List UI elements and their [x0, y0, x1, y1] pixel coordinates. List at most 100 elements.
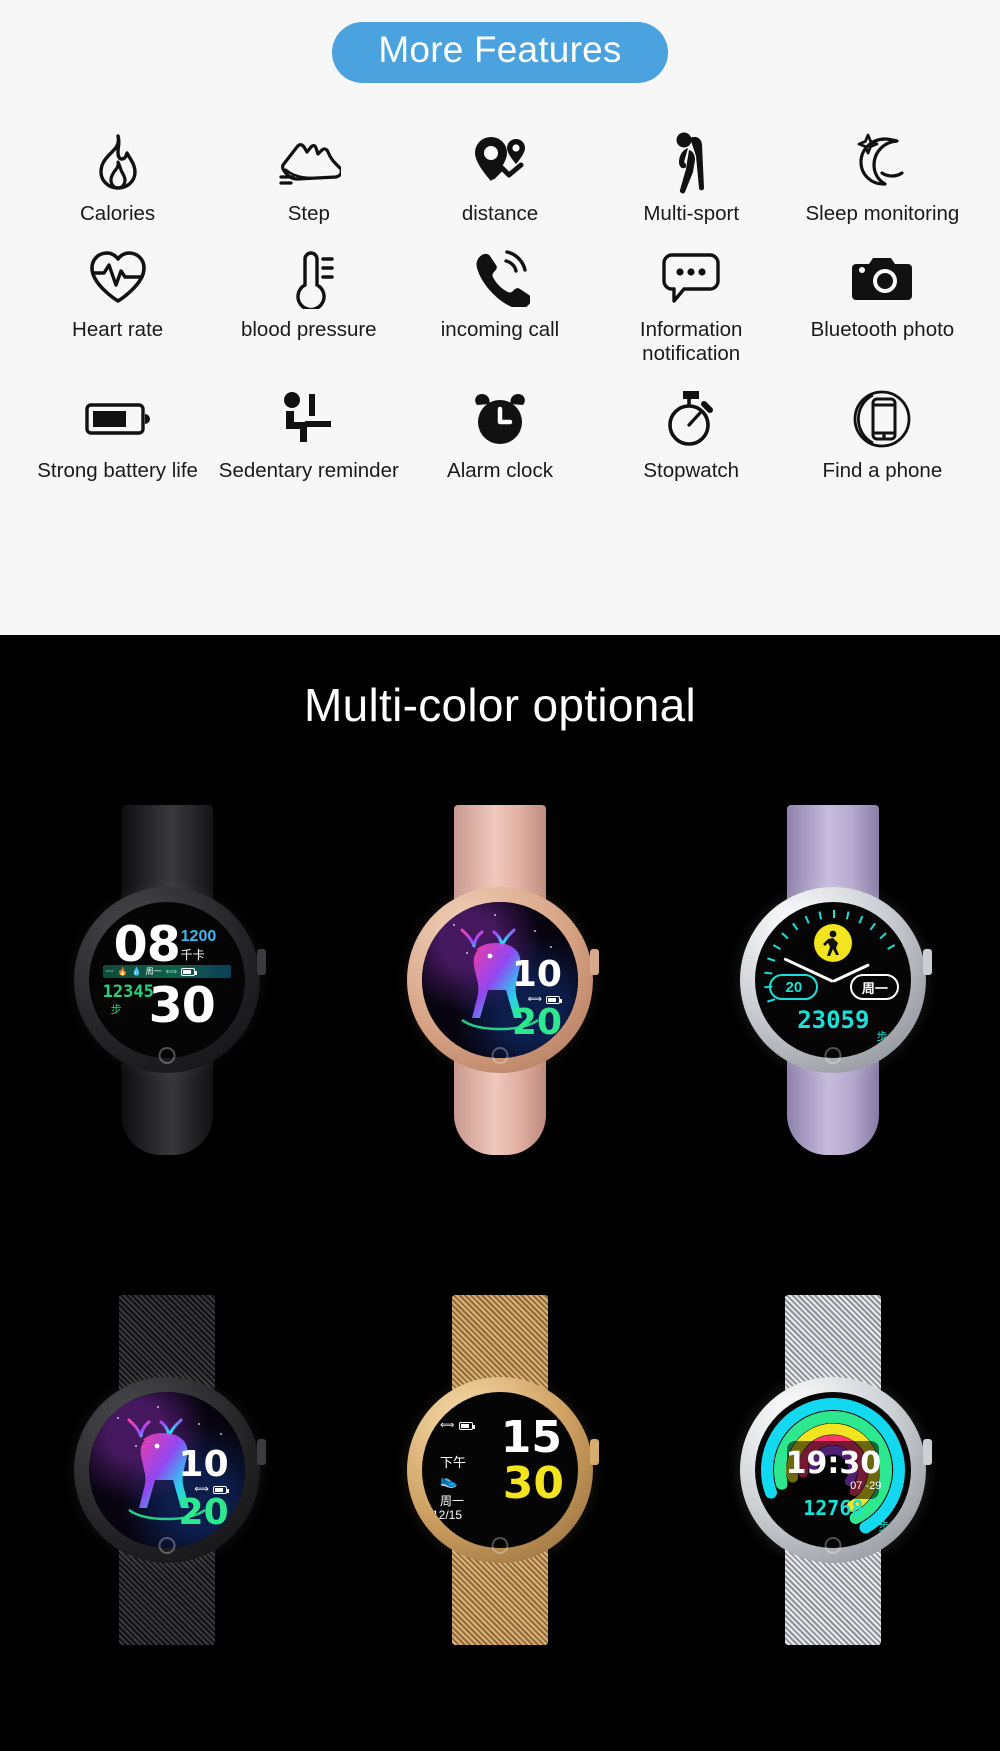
watch-case: 10 ⟺ 20 — [73, 1377, 266, 1563]
watch-steps-unit: 步 — [876, 1031, 888, 1043]
watch-cell[interactable]: 20 周一 23059 步 — [667, 735, 1000, 1225]
watch-home-button[interactable] — [491, 1047, 509, 1064]
watch-screen: 10 ⟺ 20 — [88, 1392, 245, 1548]
watch-crown[interactable] — [256, 1439, 266, 1465]
feature-label: Multi-sport — [643, 202, 740, 225]
feature-item-incoming-call: incoming call — [404, 244, 595, 366]
watch-home-button[interactable] — [824, 1537, 842, 1554]
status-battery-icon — [181, 967, 198, 976]
more-features-banner: More Features — [332, 22, 668, 83]
banner-container: More Features — [0, 0, 1000, 83]
watch-weekday: 周一 — [439, 1494, 464, 1508]
phone-ringing-icon — [461, 244, 539, 312]
feature-label: Strong battery life — [37, 458, 198, 482]
flame-icon — [79, 128, 157, 196]
watch-minute: 20 — [511, 1002, 562, 1043]
feature-item-battery: Strong battery life — [22, 385, 213, 483]
product-page: More Features Calories Step distance Mul… — [0, 0, 1000, 1751]
find-phone-icon — [843, 385, 921, 453]
multi-color-section: Multi-color optional 08 1200 千卡 〰 🔥 💧 周一… — [0, 635, 1000, 1751]
watch-case: ⟺ 15 下午 30 👟 周一 12/15 — [406, 1377, 599, 1563]
status-drop-icon: 💧 — [131, 967, 142, 976]
feature-item-heart-rate: Heart rate — [22, 244, 213, 366]
feature-item-calories: Calories — [22, 128, 213, 226]
watch-case: 08 1200 千卡 〰 🔥 💧 周一 ⟺ 12345 步 30 — [73, 887, 266, 1073]
status-shoe-icon: 👟 — [439, 1472, 458, 1488]
watch-meridiem: 下午 — [439, 1455, 466, 1470]
black-mesh-watch[interactable]: 10 ⟺ 20 — [67, 1295, 267, 1645]
watch-cell[interactable]: 10 ⟺ 20 — [0, 1225, 333, 1715]
watch-cell[interactable]: 10 ⟺ 20 — [333, 735, 666, 1225]
feature-label: Step — [287, 202, 330, 225]
feature-item-sedentary-reminder: Sedentary reminder — [213, 385, 404, 483]
watch-home-button[interactable] — [158, 1047, 176, 1064]
pink-silicone-watch[interactable]: 10 ⟺ 20 — [400, 805, 600, 1155]
watch-hour: 10 — [178, 1444, 229, 1485]
status-link-icon: ⟺ — [165, 967, 178, 976]
watch-steps-unit: 步 — [878, 1521, 890, 1533]
feature-label: distance — [461, 202, 539, 225]
speech-bubble-icon — [652, 244, 730, 312]
heart-pulse-icon — [79, 244, 157, 312]
feature-label: Sleep monitoring — [805, 202, 960, 225]
watch-screen: ⟺ 19:30 07 -29 12768 步 — [755, 1392, 912, 1548]
status-battery-icon — [459, 1421, 476, 1430]
watch-home-button[interactable] — [158, 1537, 176, 1554]
watch-steps: 23059 — [797, 1006, 870, 1034]
watch-date: 12/15 — [431, 1508, 463, 1522]
thermometer-icon — [270, 244, 348, 312]
watch-home-button[interactable] — [824, 1047, 842, 1064]
stretching-person-icon — [652, 128, 730, 196]
feature-item-sleep: Sleep monitoring — [787, 128, 978, 226]
watch-crown[interactable] — [589, 949, 599, 975]
watch-crown[interactable] — [589, 1439, 599, 1465]
feature-item-distance: distance — [404, 128, 595, 226]
watch-steps: 12768 — [803, 1496, 864, 1520]
status-link-icon: ⟺ — [769, 1453, 786, 1465]
feature-label: blood pressure — [240, 318, 377, 342]
watch-cell[interactable]: ⟺ 19:30 07 -29 12768 步 — [667, 1225, 1000, 1715]
feature-label: Find a phone — [822, 458, 943, 482]
feature-item-step: Step — [213, 128, 404, 226]
watch-steps-unit: 步 — [110, 1004, 122, 1016]
feature-label: incoming call — [440, 318, 560, 342]
feature-label: Calories — [79, 202, 156, 225]
watch-crown[interactable] — [256, 949, 266, 975]
watch-crown[interactable] — [923, 1439, 933, 1465]
status-flame-icon: 🔥 — [117, 967, 128, 976]
watch-time: 19:30 — [785, 1446, 882, 1481]
watch-gallery: 08 1200 千卡 〰 🔥 💧 周一 ⟺ 12345 步 30 10 ⟺ 20… — [0, 735, 1000, 1715]
watch-home-button[interactable] — [491, 1537, 509, 1554]
alarm-clock-icon — [461, 385, 539, 453]
black-silicone-watch[interactable]: 08 1200 千卡 〰 🔥 💧 周一 ⟺ 12345 步 30 — [67, 805, 267, 1155]
watch-date: 07 -29 — [850, 1480, 882, 1492]
multi-color-title: Multi-color optional — [303, 679, 697, 731]
feature-label: Sedentary reminder — [218, 458, 399, 482]
feature-label: Heart rate — [72, 318, 164, 342]
watch-minute: 30 — [502, 1458, 564, 1509]
purple-silicone-watch[interactable]: 20 周一 23059 步 — [733, 805, 933, 1155]
watch-hour: 10 — [511, 954, 562, 995]
map-pin-icon — [461, 128, 539, 196]
watch-weekday: 周一 — [850, 974, 900, 1000]
watch-cell[interactable]: ⟺ 15 下午 30 👟 周一 12/15 — [333, 1225, 666, 1715]
watch-screen: ⟺ 15 下午 30 👟 周一 12/15 — [421, 1392, 578, 1548]
silver-mesh-watch[interactable]: ⟺ 19:30 07 -29 12768 步 — [733, 1295, 933, 1645]
watch-small-dial: 20 — [769, 974, 819, 1000]
feature-item-information-notification: Information notification — [596, 244, 787, 366]
watch-cell[interactable]: 08 1200 千卡 〰 🔥 💧 周一 ⟺ 12345 步 30 — [0, 735, 333, 1225]
watch-minute: 30 — [148, 977, 216, 1034]
watch-calories: 1200 — [180, 928, 217, 945]
watch-case: 10 ⟺ 20 — [406, 887, 599, 1073]
watch-screen: 08 1200 千卡 〰 🔥 💧 周一 ⟺ 12345 步 30 — [88, 902, 245, 1058]
watch-crown[interactable] — [923, 949, 933, 975]
watch-weekday: 周一 — [145, 967, 162, 976]
watch-hour: 15 — [500, 1412, 562, 1463]
watch-case: 20 周一 23059 步 — [740, 887, 933, 1073]
feature-label: Information notification — [639, 318, 743, 366]
watch-screen: 10 ⟺ 20 — [421, 902, 578, 1058]
feature-label: Stopwatch — [643, 458, 740, 482]
moon-star-icon — [843, 128, 921, 196]
gold-mesh-watch[interactable]: ⟺ 15 下午 30 👟 周一 12/15 — [400, 1295, 600, 1645]
features-grid: Calories Step distance Multi-sport Sleep… — [22, 128, 978, 483]
